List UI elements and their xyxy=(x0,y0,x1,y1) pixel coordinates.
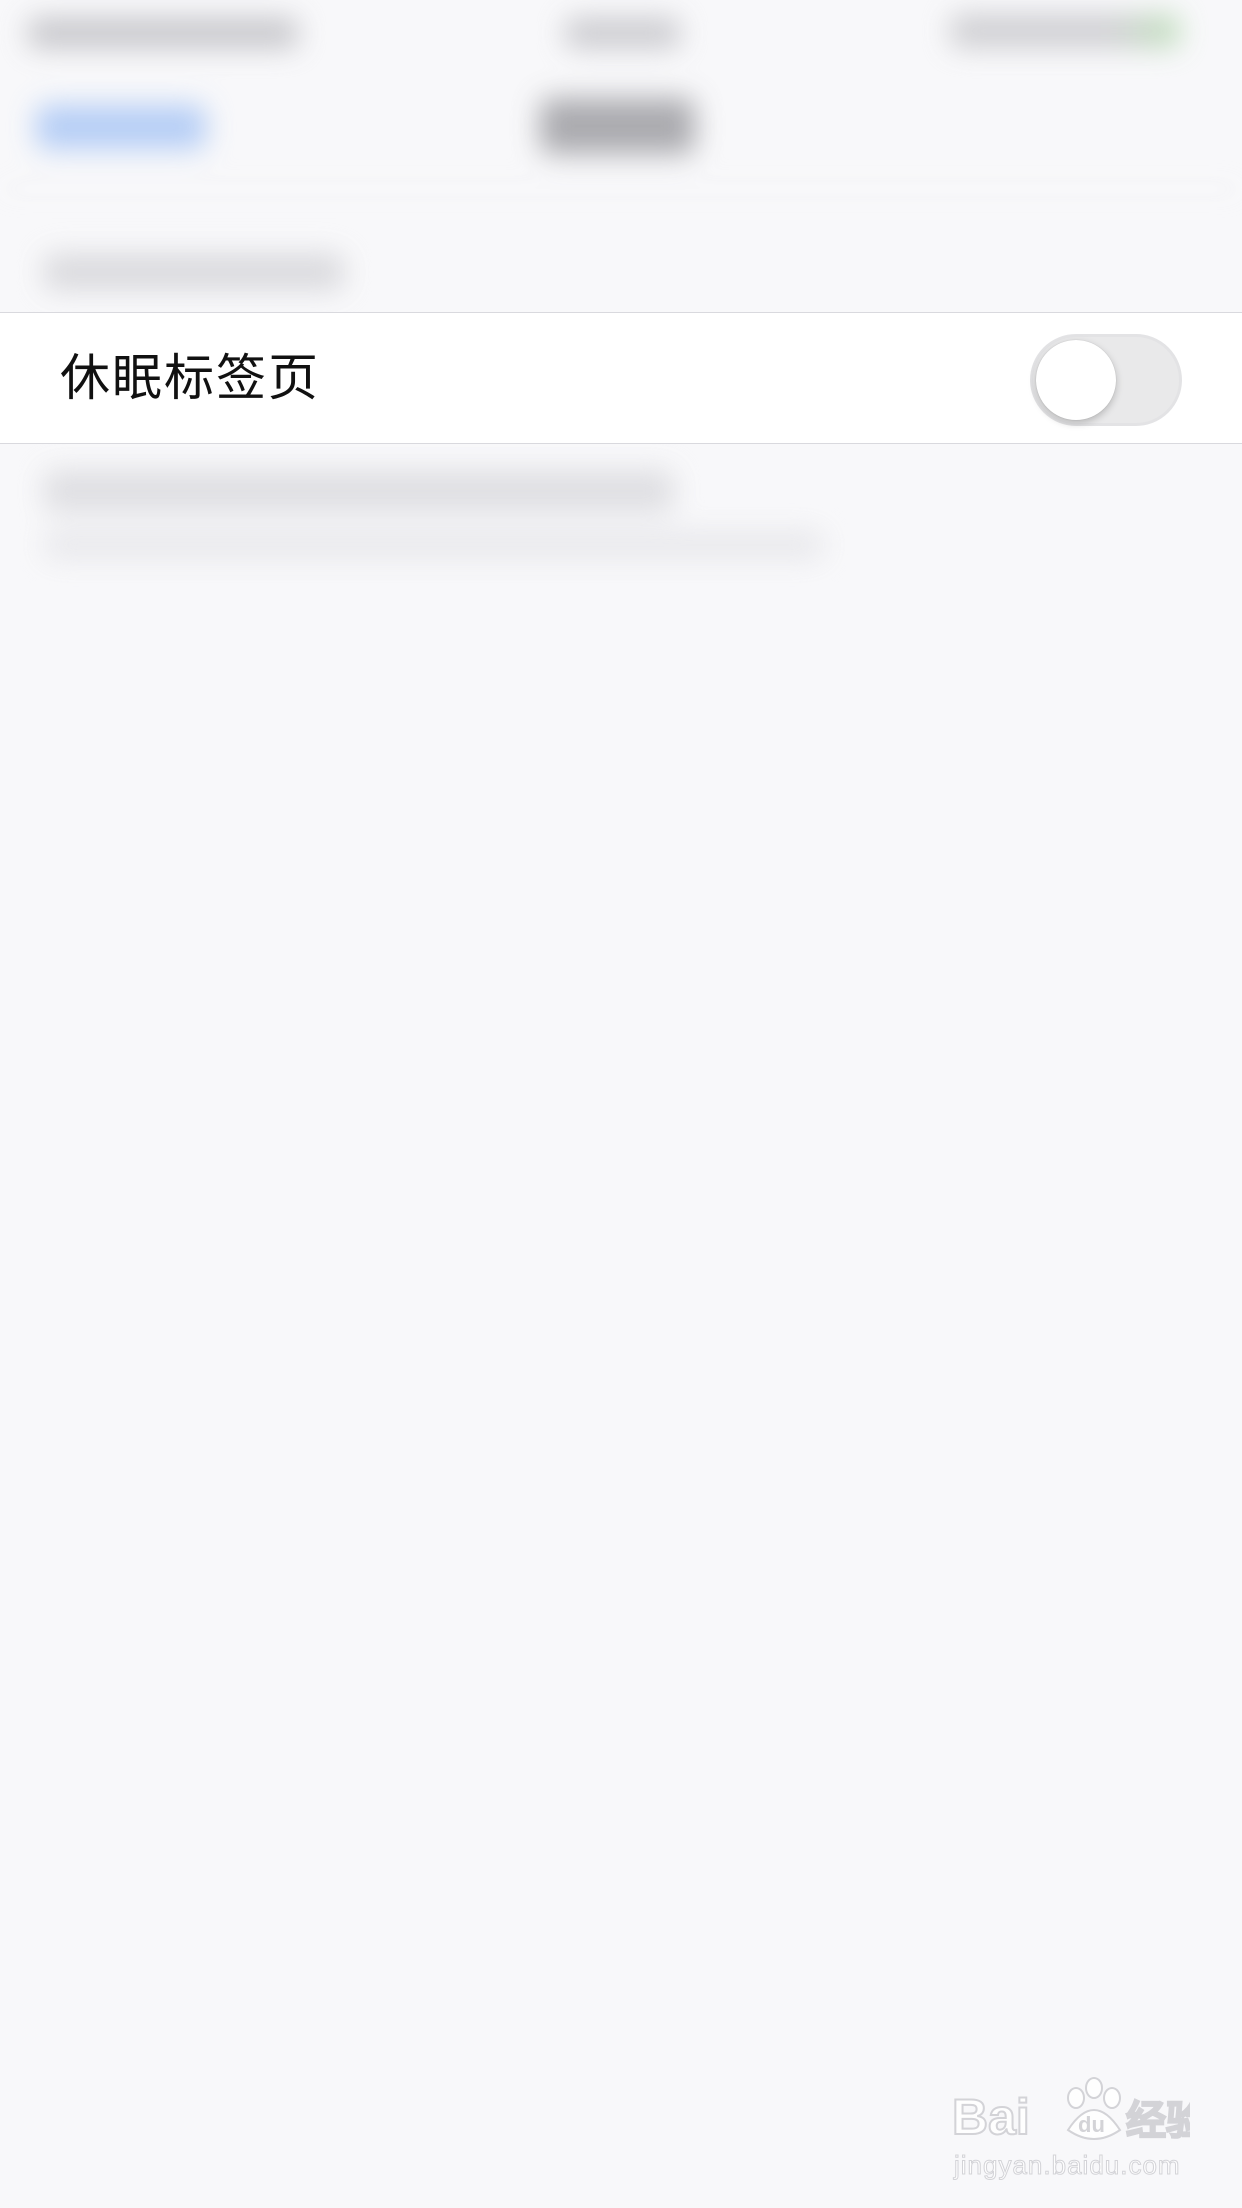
nav-title xyxy=(540,98,695,154)
watermark-url: jingyan.baidu.com xyxy=(954,2150,1181,2181)
baidu-paw-logo-icon: Bai du 经验 xyxy=(951,2077,1190,2146)
status-bar-battery xyxy=(950,14,1180,48)
toggle-knob xyxy=(1036,340,1116,420)
status-bar xyxy=(0,0,1242,60)
status-bar-left xyxy=(28,18,298,48)
section-header xyxy=(44,254,344,290)
status-bar-time xyxy=(565,18,680,48)
svg-text:经验: 经验 xyxy=(1126,2098,1190,2144)
sleep-tabs-setting-row[interactable]: 休眠标签页 xyxy=(0,312,1242,444)
baidu-jingyan-watermark: Bai du 经验 jingyan.baidu.com xyxy=(950,2070,1190,2181)
svg-text:du: du xyxy=(1078,2112,1105,2137)
nav-back-button[interactable] xyxy=(36,105,206,149)
sleep-tabs-label: 休眠标签页 xyxy=(60,349,320,407)
sleep-tabs-toggle[interactable] xyxy=(1030,334,1182,426)
svg-text:Bai: Bai xyxy=(952,2089,1030,2145)
section-footer-text xyxy=(44,470,674,512)
section-footer-text-line2 xyxy=(44,530,824,560)
nav-divider xyxy=(0,188,1242,190)
